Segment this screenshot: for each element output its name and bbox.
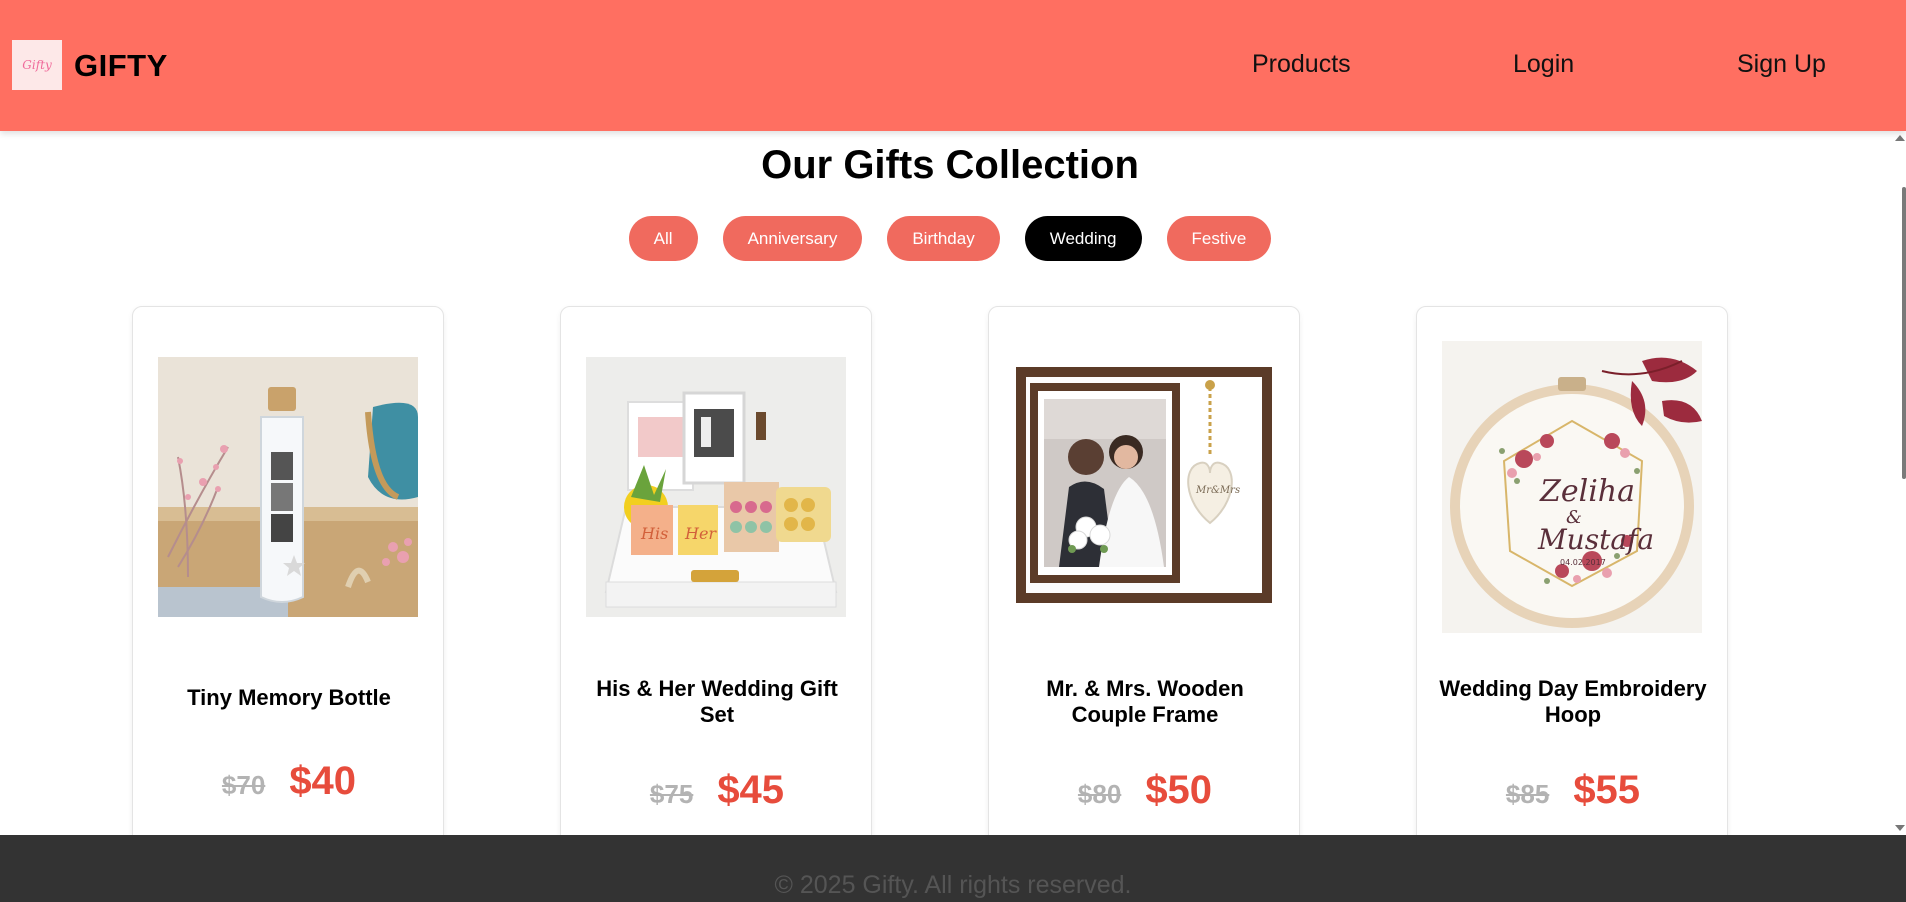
sale-price: $40 [289,759,357,803]
original-price: $75 [649,779,694,809]
svg-text:04.02.2017: 04.02.2017 [1560,558,1606,567]
price-row: $75 $45 [561,768,871,813]
site-footer: © 2025 Gifty. All rights reserved. [0,835,1906,902]
sale-price: $50 [1145,768,1213,812]
original-price: $70 [221,770,266,800]
product-name[interactable]: Tiny Memory Bottle [153,685,425,711]
price-row: $70 $40 [133,759,443,804]
product-card[interactable]: Zeliha & Mustafa 04.02.2017 Wedding Day … [1416,306,1728,846]
page-title: Our Gifts Collection [761,143,1139,187]
svg-text:Mustafa: Mustafa [1537,523,1654,556]
scroll-down-icon[interactable] [1895,825,1905,831]
site-header: Gifty GIFTY Products Login Sign Up [0,0,1906,131]
logo[interactable]: Gifty [12,40,62,90]
product-card[interactable]: Tiny Memory Bottle $70 $40 [132,306,444,846]
nav-login-link[interactable]: Login [1513,50,1574,79]
product-image[interactable]: His Her [586,357,846,617]
svg-text:Her: Her [684,524,717,543]
filter-wedding-button[interactable]: Wedding [1024,216,1142,261]
original-price: $80 [1077,779,1122,809]
svg-text:Zeliha: Zeliha [1539,474,1635,509]
scroll-thumb[interactable] [1902,187,1906,479]
nav-products-link[interactable]: Products [1252,50,1351,79]
scroll-up-icon[interactable] [1895,135,1905,141]
brand-name[interactable]: GIFTY [74,48,168,84]
price-row: $80 $50 [989,768,1299,813]
nav-signup-link[interactable]: Sign Up [1737,50,1826,79]
sale-price: $55 [1573,768,1641,812]
svg-text:His: His [640,524,668,543]
filter-birthday-button[interactable]: Birthday [887,216,1000,261]
sale-price: $45 [717,768,785,812]
page-scrollbar[interactable] [1894,131,1906,835]
product-image[interactable]: Zeliha & Mustafa 04.02.2017 [1442,341,1702,633]
logo-text: Gifty [22,58,52,72]
category-filters: All Anniversary Birthday Wedding Festive [0,216,1900,261]
copyright-text: © 2025 Gifty. All rights reserved. [774,871,1132,899]
filter-all-button[interactable]: All [628,216,698,261]
svg-text:Mr&Mrs: Mr&Mrs [1195,485,1240,496]
filter-anniversary-button[interactable]: Anniversary [722,216,863,261]
price-row: $85 $55 [1417,768,1727,813]
product-image[interactable]: Mr&Mrs [1014,357,1274,617]
product-name[interactable]: Wedding Day Embroidery Hoop [1437,676,1709,728]
original-price: $85 [1505,779,1550,809]
product-name[interactable]: His & Her Wedding Gift Set [581,676,853,728]
product-card[interactable]: Mr&Mrs Mr. & Mrs. Wooden Couple Frame $8… [988,306,1300,846]
filter-festive-button[interactable]: Festive [1166,216,1272,261]
product-card[interactable]: His Her His & Her Wedding Gift Set $75 $… [560,306,872,846]
product-name[interactable]: Mr. & Mrs. Wooden Couple Frame [1009,676,1281,728]
product-image[interactable] [158,357,418,617]
